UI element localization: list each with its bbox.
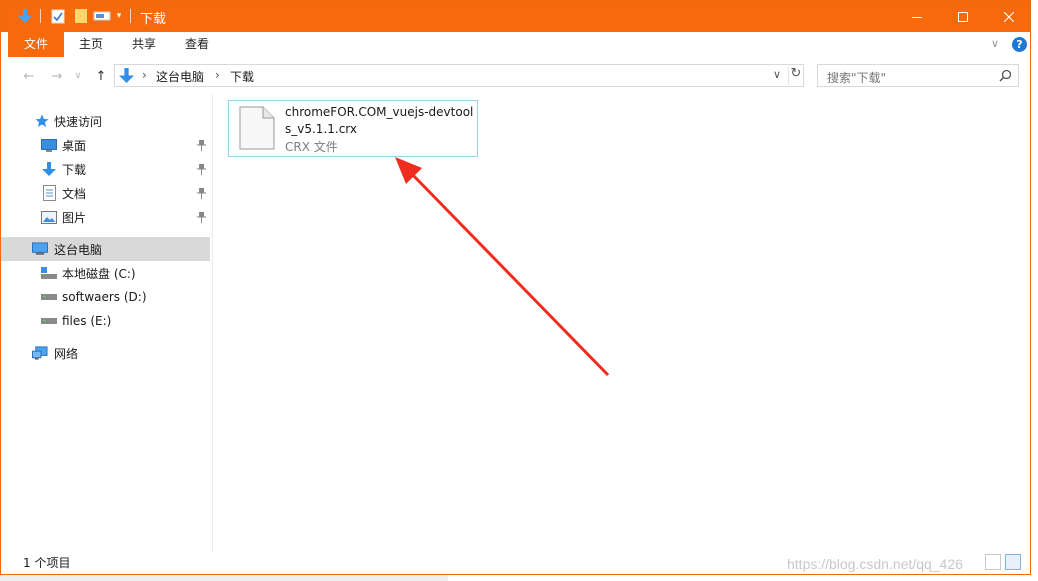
new-folder-icon[interactable] [72,6,90,26]
file-name: chromeFOR.COM_vuejs-devtool s_v5.1.1.crx [285,105,474,136]
nav-label: files (E:) [62,314,112,328]
nav-label: 下载 [62,162,87,177]
details-view-icon[interactable] [985,554,1001,570]
refresh-icon[interactable]: ↻ [788,66,803,85]
pin-icon[interactable] [195,186,207,200]
nav-label: 文档 [62,186,87,201]
breadcrumb-downloads[interactable]: 下载 [230,68,254,85]
drive-icon [41,289,57,305]
customize-quick-access-icon[interactable]: ▾ [113,6,125,26]
titlebar-separator [130,9,131,23]
star-icon [34,113,50,129]
address-dropdown-icon[interactable]: ∨ [773,68,781,81]
file-type: CRX 文件 [285,140,338,154]
tiles-view-icon[interactable] [1005,554,1021,570]
minimize-icon [912,16,922,18]
nav-label: softwaers (D:) [62,290,147,304]
tab-file[interactable]: 文件 [8,32,64,57]
breadcrumb-this-pc[interactable]: 这台电脑 [156,68,204,85]
nav-label: 本地磁盘 (C:) [62,266,136,281]
downloads-arrow-icon [15,6,35,26]
nav-label: 网络 [54,346,79,361]
drive-icon [41,313,57,329]
nav-item-this-pc[interactable]: 这台电脑 [1,237,210,261]
nav-item-drive-c[interactable]: 本地磁盘 (C:) [1,261,210,285]
nav-item-documents[interactable]: 文档 [1,181,210,205]
pin-icon[interactable] [195,210,207,224]
nav-item-network[interactable]: 网络 [1,341,210,365]
tab-view[interactable]: 查看 [171,32,223,57]
maximize-button[interactable] [940,1,986,32]
watermark-text: https://blog.csdn.net/qq_426 [787,556,963,572]
close-icon [1004,11,1014,22]
navigation-pane: 快速访问 桌面 下载 文档 图片 这台电脑 本地磁盘 (C:) softwaer… [1,93,212,548]
breadcrumb-separator: › [215,68,220,82]
taskbar-edge [0,575,448,581]
recent-locations-icon[interactable]: ∨ [71,67,85,85]
nav-item-pictures[interactable]: 图片 [1,205,210,229]
up-button[interactable]: ↑ [91,67,111,85]
minimize-button[interactable] [894,1,940,32]
generic-file-icon [239,106,275,150]
nav-label: 快速访问 [54,114,103,129]
ribbon-tabs: 文件 主页 共享 查看 ∨ ? [1,32,1030,57]
nav-item-desktop[interactable]: 桌面 [1,133,210,157]
nav-label: 图片 [62,210,87,225]
view-toggle [985,554,1021,570]
help-icon[interactable]: ? [1012,37,1027,52]
pin-icon[interactable] [195,138,207,152]
desktop-icon [41,137,57,153]
back-button[interactable]: ← [19,67,39,85]
search-icon [999,69,1012,82]
nav-item-downloads[interactable]: 下载 [1,157,210,181]
address-row: ← → ∨ ↑ › 这台电脑 › 下载 ∨ ↻ 搜索"下载" [1,59,1030,93]
system-drive-icon [41,265,57,281]
tab-home[interactable]: 主页 [66,32,116,57]
nav-label: 桌面 [62,138,87,153]
breadcrumb-separator: › [142,68,147,82]
titlebar-separator [40,9,41,23]
nav-quick-access[interactable]: 快速访问 [1,109,210,133]
nav-item-drive-e[interactable]: files (E:) [1,309,210,333]
properties-icon[interactable] [49,6,67,26]
explorer-window: ▾ 下载 文件 主页 共享 查看 ∨ ? ← → ∨ ↑ › 这台电脑 › 下载 [0,0,1031,575]
tab-share[interactable]: 共享 [118,32,170,57]
maximize-icon [958,11,968,22]
nav-item-drive-d[interactable]: softwaers (D:) [1,285,210,309]
close-button[interactable] [986,1,1032,32]
pane-divider[interactable] [212,93,213,553]
computer-icon [32,241,48,257]
title-bar: ▾ 下载 [1,1,1030,32]
window-title: 下载 [140,12,167,27]
downloads-arrow-icon [119,68,134,83]
pictures-icon [41,209,57,225]
nav-label: 这台电脑 [54,242,103,257]
forward-button[interactable]: → [47,67,67,85]
file-item[interactable]: chromeFOR.COM_vuejs-devtool s_v5.1.1.crx… [228,100,478,157]
document-icon [41,185,57,201]
search-input[interactable]: 搜索"下载" [817,64,1019,87]
downloads-arrow-icon [41,161,57,177]
expand-ribbon-icon[interactable]: ∨ [991,37,1005,51]
pin-icon[interactable] [195,162,207,176]
search-placeholder: 搜索"下载" [827,71,887,85]
address-bar[interactable]: › 这台电脑 › 下载 ∨ ↻ [114,64,804,87]
network-icon [32,345,48,361]
item-count: 1 个项目 [23,556,71,570]
rename-icon[interactable] [92,6,112,26]
